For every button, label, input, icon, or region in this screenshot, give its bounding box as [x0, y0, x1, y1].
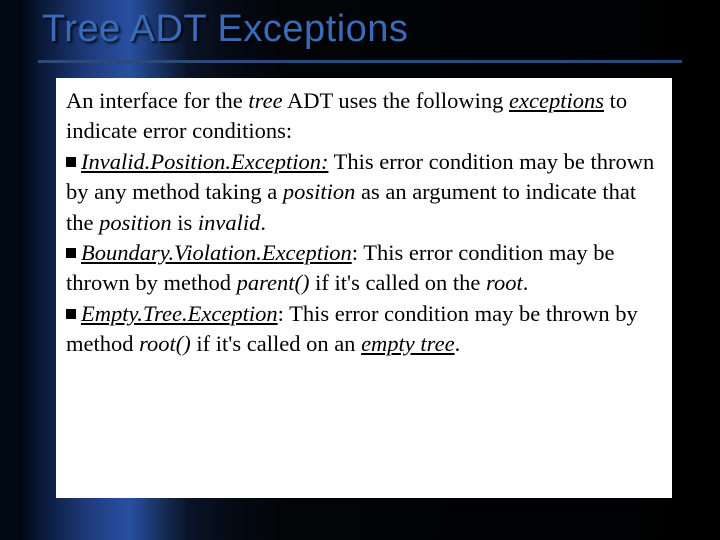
b1-c: is	[172, 210, 198, 235]
content-box: An interface for the tree ADT uses the f…	[56, 78, 672, 498]
intro-exceptions: exceptions	[509, 88, 604, 113]
b2-c: .	[523, 270, 529, 295]
b1-position-1: position	[283, 179, 356, 204]
intro-paragraph: An interface for the tree ADT uses the f…	[66, 86, 662, 147]
slide-title: Tree ADT Exceptions	[42, 8, 408, 51]
b1-position-2: position	[99, 210, 172, 235]
bullet-icon	[66, 157, 76, 167]
b1-invalid: invalid	[198, 210, 261, 235]
intro-text-1: An interface for the	[66, 88, 248, 113]
bullet-3: Empty.Tree.Exception: This error conditi…	[66, 299, 662, 360]
b2-b: if it's called on the	[310, 270, 487, 295]
exception-name-2: Boundary.Violation.Exception	[81, 240, 352, 265]
b3-empty: empty tree	[361, 331, 455, 356]
b2-root: root	[486, 270, 523, 295]
bullet-icon	[66, 309, 76, 319]
exception-name-1: Invalid.Position.Exception:	[81, 149, 328, 174]
b3-b: if it's called on an	[191, 331, 361, 356]
exception-name-3: Empty.Tree.Exception	[81, 301, 278, 326]
intro-tree: tree	[248, 88, 282, 113]
b3-root: root()	[139, 331, 191, 356]
bullet-2: Boundary.Violation.Exception: This error…	[66, 238, 662, 299]
title-underline	[38, 60, 682, 63]
bullet-icon	[66, 248, 76, 258]
bullet-1: Invalid.Position.Exception: This error c…	[66, 147, 662, 238]
b3-c: .	[455, 331, 461, 356]
b2-parent: parent()	[237, 270, 310, 295]
b1-d: .	[260, 210, 266, 235]
intro-text-2: ADT uses the following	[283, 88, 509, 113]
